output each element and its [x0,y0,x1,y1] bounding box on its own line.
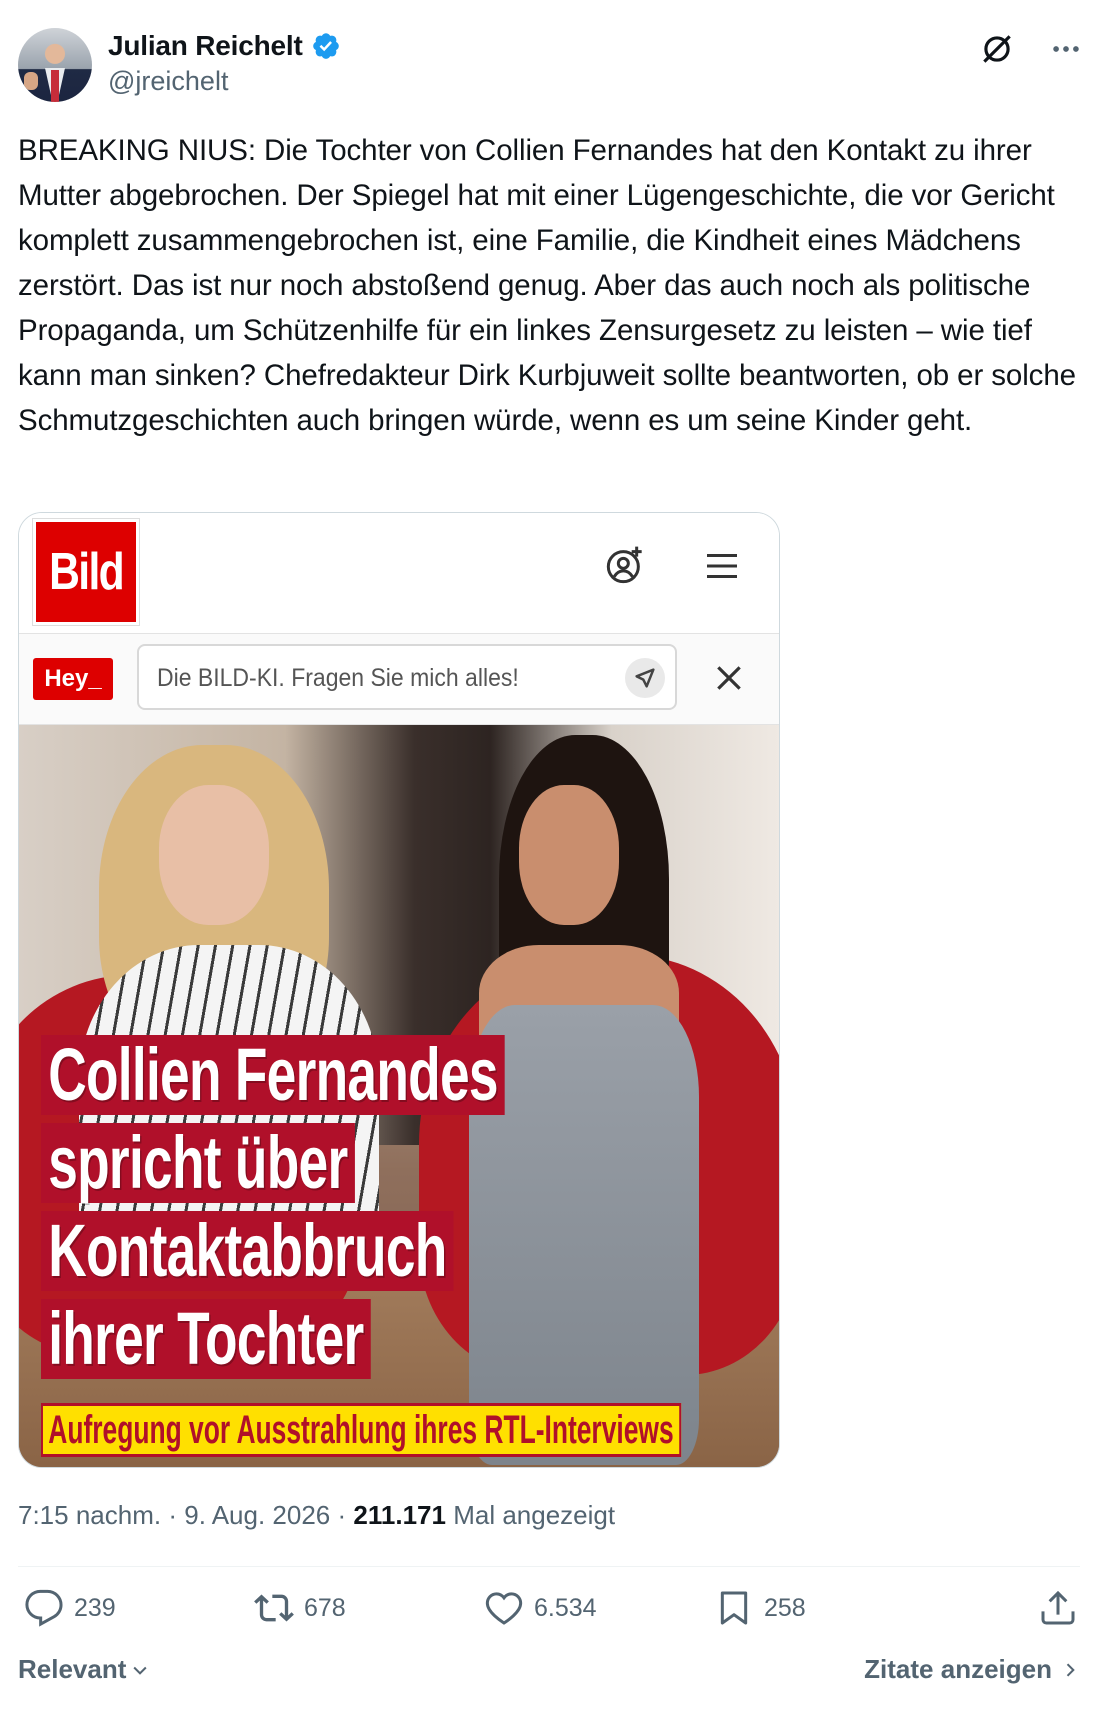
avatar-tie [51,70,59,102]
reply-count: 239 [74,1593,116,1622]
like-count: 6.534 [534,1593,597,1622]
like-button[interactable]: 6.534 [484,1588,597,1628]
share-button[interactable] [1038,1588,1078,1628]
reply-button[interactable]: 239 [24,1588,116,1628]
author-name[interactable]: Julian Reichelt [108,30,303,62]
tweet-time[interactable]: 7:15 nachm. [18,1500,161,1530]
sort-label: Relevant [18,1654,127,1684]
chevron-right-icon [1066,1662,1075,1677]
reply-icon [25,1589,63,1627]
send-icon [625,658,665,698]
headline-line: Kontaktabbruch [41,1211,454,1291]
bookmark-icon [720,1591,748,1625]
user-plus-icon [606,546,642,584]
headline: Collien Fernandes spricht über Kontaktab… [41,1035,685,1387]
quotes-label: Zitate anzeigen [864,1654,1052,1684]
view-quotes-link[interactable]: Zitate anzeigen [864,1654,1080,1685]
bild-logo: Bild [33,519,139,625]
view-count: 211.171 [353,1500,446,1530]
more-icon[interactable] [1046,32,1086,66]
headline-line: Collien Fernandes [41,1035,506,1115]
share-icon [1041,1590,1075,1625]
bild-logo-text: Bild [49,543,125,601]
repost-count: 678 [304,1593,346,1622]
subheadline: Aufregung vor Ausstrahlung ihres RTL-Int… [41,1403,681,1457]
menu-icon [707,554,737,578]
author-handle[interactable]: @jreichelt [108,66,228,97]
close-icon [717,666,741,690]
views-label: Mal angezeigt [453,1500,616,1530]
bild-search-input: Die BILD-KI. Fragen Sie mich alles! [137,644,677,710]
headline-line: ihrer Tochter [41,1299,371,1379]
tweet-meta: 7:15 nachm. · 9. Aug. 2026 · 211.171 Mal… [18,1500,615,1531]
avatar-hand [24,72,38,90]
tweet-date[interactable]: 9. Aug. 2026 [184,1500,330,1530]
bild-search-bar: Hey_ Die BILD-KI. Fragen Sie mich alles! [19,634,779,725]
bild-header: Bild [19,513,779,634]
action-bar: 239 678 6.534 258 [18,1588,1080,1638]
repost-button[interactable]: 678 [254,1588,346,1628]
hey-badge: Hey_ [33,658,113,700]
bookmark-button[interactable]: 258 [714,1588,806,1628]
author-name-row: Julian Reichelt [108,30,341,62]
chevron-down-icon [133,1666,147,1675]
headline-line: spricht über [41,1123,355,1203]
bookmark-count: 258 [764,1593,806,1622]
meta-separator: · [337,1500,347,1530]
person-left-face [159,785,269,925]
grok-icon[interactable] [978,30,1016,68]
divider [18,1566,1080,1567]
interview-photo: Collien Fernandes spricht über Kontaktab… [19,725,779,1467]
avatar[interactable] [18,28,92,102]
tweet-header: Julian Reichelt @jreichelt [18,26,1090,106]
meta-separator: · [168,1500,177,1530]
tweet-media[interactable]: Bild Hey_ Die BILD-KI. Fragen Sie mich a… [18,512,780,1468]
repost-icon [254,1594,294,1622]
tweet-text: BREAKING NIUS: Die Tochter von Collien F… [18,134,1076,437]
like-icon [485,1592,523,1625]
bild-search-placeholder: Die BILD-KI. Fragen Sie mich alles! [157,664,519,692]
verified-badge-icon [312,33,339,59]
person-right-face [519,785,619,925]
sort-dropdown[interactable]: Relevant [18,1654,150,1685]
